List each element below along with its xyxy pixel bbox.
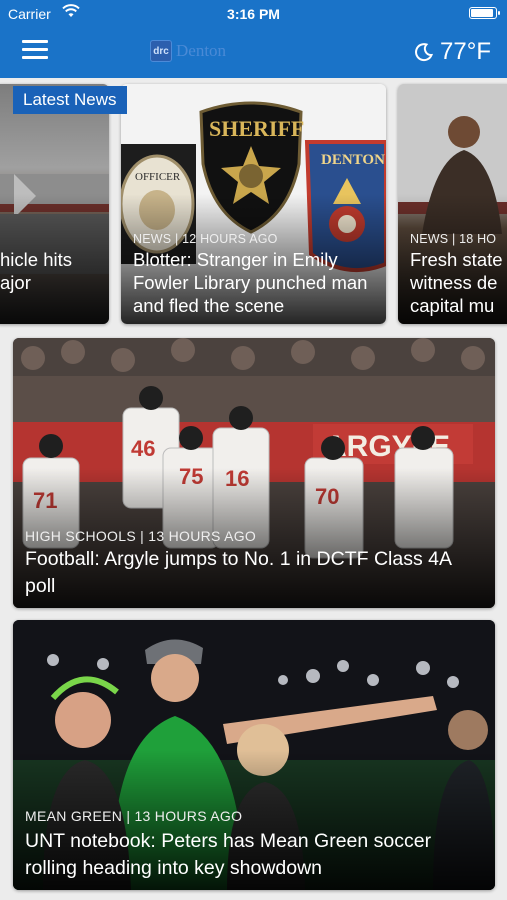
- temperature: 77°F: [440, 38, 491, 65]
- logo-text: Denton: [176, 41, 227, 60]
- latest-news-label: Latest News: [13, 86, 127, 114]
- story-title: Blotter: Stranger in Emily Fowler Librar…: [133, 249, 368, 316]
- logo-badge: drc: [150, 40, 172, 62]
- status-bar: Carrier 3:16 PM: [0, 0, 507, 28]
- story-title: hicle hits ajor: [0, 249, 72, 293]
- battery-icon: [469, 7, 500, 19]
- carousel-card[interactable]: hicle hits ajor: [0, 84, 109, 324]
- latest-news-carousel[interactable]: hicle hits ajor OFFICER SHERIFF DENTON N…: [0, 84, 507, 326]
- badge-text: DENTON: [321, 152, 385, 168]
- status-time: 3:16 PM: [227, 6, 280, 22]
- story-title: Fresh state witness de capital mu: [410, 249, 503, 316]
- story-card[interactable]: ARGYLE 4675 1670 71 HIGH SCHOOLS | 13 HO…: [13, 338, 495, 608]
- story-meta: NEWS | 12 HOURS AGO: [133, 232, 278, 246]
- story-title: Football: Argyle jumps to No. 1 in DCTF …: [25, 548, 451, 597]
- badge-text: OFFICER: [135, 171, 181, 183]
- badge-text: SHERIFF: [209, 116, 304, 141]
- story-card[interactable]: MEAN GREEN | 13 HOURS AGO UNT notebook: …: [13, 620, 495, 890]
- moon-icon: [415, 43, 434, 62]
- story-meta: MEAN GREEN | 13 HOURS AGO: [25, 808, 243, 824]
- hamburger-menu-icon[interactable]: [22, 40, 48, 60]
- carousel-card[interactable]: NEWS | 18 HO Fresh state witness de capi…: [398, 84, 507, 324]
- weather-widget[interactable]: 77°F: [414, 38, 491, 66]
- svg-text:46: 46: [131, 436, 155, 461]
- top-bar: Carrier 3:16 PM drc Denton 77°F: [0, 0, 507, 78]
- site-logo[interactable]: drc Denton: [150, 40, 226, 62]
- story-meta: NEWS | 18 HO: [410, 232, 497, 246]
- story-title: UNT notebook: Peters has Mean Green socc…: [25, 830, 432, 879]
- carousel-card[interactable]: OFFICER SHERIFF DENTON NEWS | 12 HOURS A…: [121, 84, 386, 324]
- story-meta: HIGH SCHOOLS | 13 HOURS AGO: [25, 528, 257, 544]
